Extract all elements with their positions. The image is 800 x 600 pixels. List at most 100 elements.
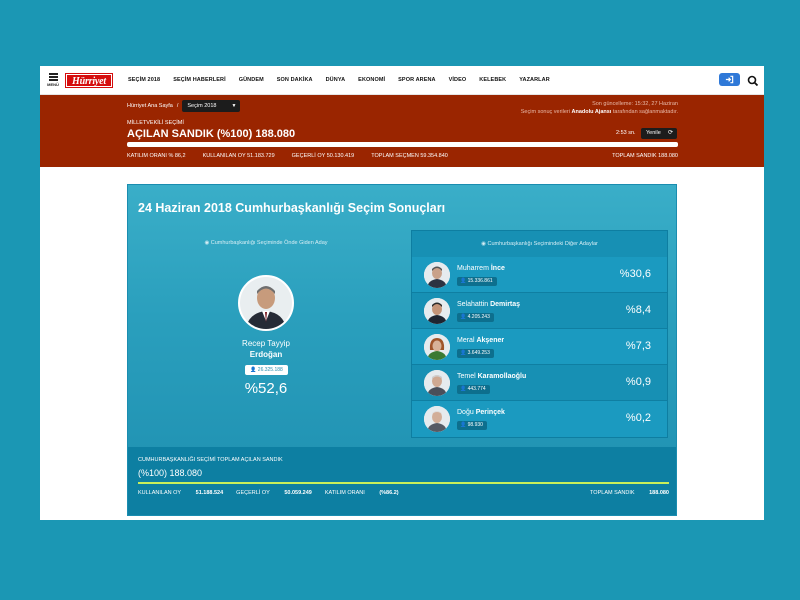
candidate-row[interactable]: Doğu Perinçek 👤 98.930 %0,2 <box>412 401 667 437</box>
search-button[interactable] <box>747 74 759 87</box>
candidate-votes-badge: 👤 443.774 <box>457 385 490 394</box>
nav-link-spor-arena[interactable]: SPOR ARENA <box>398 77 435 83</box>
nav-link-yazarlar[interactable]: YAZARLAR <box>519 77 550 83</box>
chevron-down-icon: ▼ <box>231 103 237 109</box>
results-header: Hürriyet Ana Sayfa / Seçim 2018 ▼ Son gü… <box>40 95 764 167</box>
candidate-avatar <box>424 262 450 288</box>
election-select-value: Seçim 2018 <box>187 103 217 109</box>
user-icon: 👤 <box>460 278 468 284</box>
candidate-first-name: Selahattin <box>457 301 491 308</box>
user-icon: 👤 <box>460 422 468 428</box>
nav-link-secim-haberleri[interactable]: SEÇİM HABERLERİ <box>173 77 226 83</box>
nav-link-dunya[interactable]: DÜNYA <box>326 77 346 83</box>
person-icon <box>424 262 450 288</box>
person-icon <box>424 370 450 396</box>
summary-valid-votes: GEÇERLİ OY 50.059.249 <box>236 490 312 496</box>
candidate-row[interactable]: Muharrem İnce 👤 15.336.861 %30,6 <box>412 257 667 293</box>
candidate-first-name: Meral <box>457 337 477 344</box>
candidate-votes: 98.930 <box>467 422 483 428</box>
nav-links: SEÇİM 2018 SEÇİM HABERLERİ GÜNDEM SON DA… <box>128 77 563 83</box>
person-icon <box>240 277 292 329</box>
candidate-avatar <box>424 370 450 396</box>
site-logo[interactable]: Hürriyet <box>65 72 113 88</box>
hamburger-icon-bar <box>48 76 58 78</box>
summary-used-votes-value: 51.188.524 <box>195 490 224 496</box>
candidate-percentage: %7,3 <box>625 340 651 352</box>
user-icon: 👤 <box>460 350 468 356</box>
candidate-percentage: %0,9 <box>625 376 651 388</box>
menu-button[interactable]: MENÜ <box>45 73 61 87</box>
candidate-name: Meral Akşener <box>457 337 504 344</box>
summary-valid-votes-label: GEÇERLİ OY <box>236 490 270 496</box>
login-icon <box>725 75 734 84</box>
leader-votes: 26.325.188 <box>257 367 283 373</box>
candidate-votes: 3.649.253 <box>467 350 490 356</box>
nav-link-kelebek[interactable]: KELEBEK <box>479 77 506 83</box>
presidential-summary: CUMHURBAŞKANLIĞI SEÇİMİ TOPLAM AÇILAN SA… <box>128 447 676 515</box>
summary-progress <box>138 482 669 484</box>
stat-used-votes: KULLANILAN OY 51.183.729 <box>202 153 275 159</box>
refresh-label: Yenile <box>646 130 661 136</box>
leader-first-name: Recep Tayyip <box>242 339 290 348</box>
login-button[interactable] <box>719 73 740 86</box>
candidate-first-name: Doğu <box>457 409 476 416</box>
menu-label: MENÜ <box>47 82 59 87</box>
person-icon <box>424 334 450 360</box>
leader-heading: ◉ Cumhurbaşkanlığı Seçiminde Önde Giden … <box>128 240 404 246</box>
data-source-name: Anadolu Ajansı <box>571 109 612 115</box>
summary-title: (%100) 188.080 <box>138 468 203 478</box>
candidate-name: Selahattin Demirtaş <box>457 301 520 308</box>
nav-link-video[interactable]: VİDEO <box>449 77 467 83</box>
stat-turnout: KATILIM ORANI % 86,2 <box>127 153 186 159</box>
summary-turnout: KATILIM ORANI (%86.2) <box>325 490 399 496</box>
user-icon: 👤 <box>250 367 258 373</box>
candidate-row[interactable]: Temel Karamollaoğlu 👤 443.774 %0,9 <box>412 365 667 401</box>
election-select[interactable]: Seçim 2018 ▼ <box>182 100 241 112</box>
summary-total-boxes-label: TOPLAM SANDIK <box>590 490 635 496</box>
data-source: Seçim sonuç verileri Anadolu Ajansı tara… <box>521 108 678 116</box>
others-heading: ◉ Cumhurbaşkanlığı Seçimindeki Diğer Ada… <box>412 231 667 257</box>
summary-turnout-label: KATILIM ORANI <box>324 490 365 496</box>
nav-link-secim-2018[interactable]: SEÇİM 2018 <box>128 77 160 83</box>
results-panel: 24 Haziran 2018 Cumhurbaşkanlığı Seçim S… <box>127 184 677 516</box>
breadcrumb-home[interactable]: Hürriyet Ana Sayfa <box>127 103 173 109</box>
refresh-button[interactable]: Yenile ⟳ <box>641 128 677 139</box>
last-updated: Son güncelleme: 15:32, 27 Haziran <box>592 101 678 107</box>
panel-title: 24 Haziran 2018 Cumhurbaşkanlığı Seçim S… <box>138 201 446 215</box>
election-label: MİLLETVEKİLİ SEÇİMİ <box>127 120 184 126</box>
nav-link-son-dakika[interactable]: SON DAKİKA <box>277 77 313 83</box>
refresh-icon: ⟳ <box>667 130 673 136</box>
candidate-row[interactable]: Selahattin Demirtaş 👤 4.205.243 %8,4 <box>412 293 667 329</box>
opened-boxes-progress <box>127 142 678 147</box>
header-stats: KATILIM ORANI % 86,2 KULLANILAN OY 51.18… <box>127 153 678 159</box>
candidate-avatar <box>424 298 450 324</box>
candidate-votes: 443.774 <box>467 386 486 392</box>
leader-last-name: Erdoğan <box>249 350 283 359</box>
summary-used-votes: KULLANILAN OY 51.188.524 <box>138 490 223 496</box>
summary-valid-votes-value: 50.059.249 <box>284 490 312 496</box>
candidate-name: Temel Karamollaoğlu <box>457 373 526 380</box>
update-info: Son güncelleme: 15:32, 27 Haziran Seçim … <box>521 100 678 116</box>
nav-link-gundem[interactable]: GÜNDEM <box>239 77 264 83</box>
candidate-avatar <box>424 334 450 360</box>
candidate-name: Doğu Perinçek <box>457 409 505 416</box>
leader-votes-badge: 👤 26.325.188 <box>245 365 288 375</box>
summary-turnout-value: (%86.2) <box>379 490 399 496</box>
candidate-votes-badge: 👤 4.205.243 <box>457 313 494 322</box>
summary-total-boxes: TOPLAM SANDIK 188.080 <box>590 490 669 496</box>
search-icon <box>747 75 759 87</box>
person-icon <box>424 298 450 324</box>
stat-total-voters: TOPLAM SEÇMEN 59.354.840 <box>371 153 448 159</box>
candidate-percentage: %30,6 <box>619 268 651 280</box>
user-icon: 👤 <box>460 386 468 392</box>
candidate-last-name: Karamollaoğlu <box>477 373 527 380</box>
candidate-votes-badge: 👤 15.336.861 <box>457 277 497 286</box>
breadcrumb: Hürriyet Ana Sayfa / Seçim 2018 ▼ <box>127 100 241 112</box>
nav-link-ekonomi[interactable]: EKONOMİ <box>358 77 385 83</box>
candidate-first-name: Muharrem <box>457 265 491 272</box>
summary-stats: KULLANILAN OY 51.188.524 GEÇERLİ OY 50.0… <box>138 490 669 496</box>
candidate-last-name: İnce <box>490 265 505 272</box>
opened-boxes-title: AÇILAN SANDIK (%100) 188.080 <box>127 128 296 140</box>
candidate-name: Muharrem İnce <box>457 265 505 272</box>
candidate-row[interactable]: Meral Akşener 👤 3.649.253 %7,3 <box>412 329 667 365</box>
